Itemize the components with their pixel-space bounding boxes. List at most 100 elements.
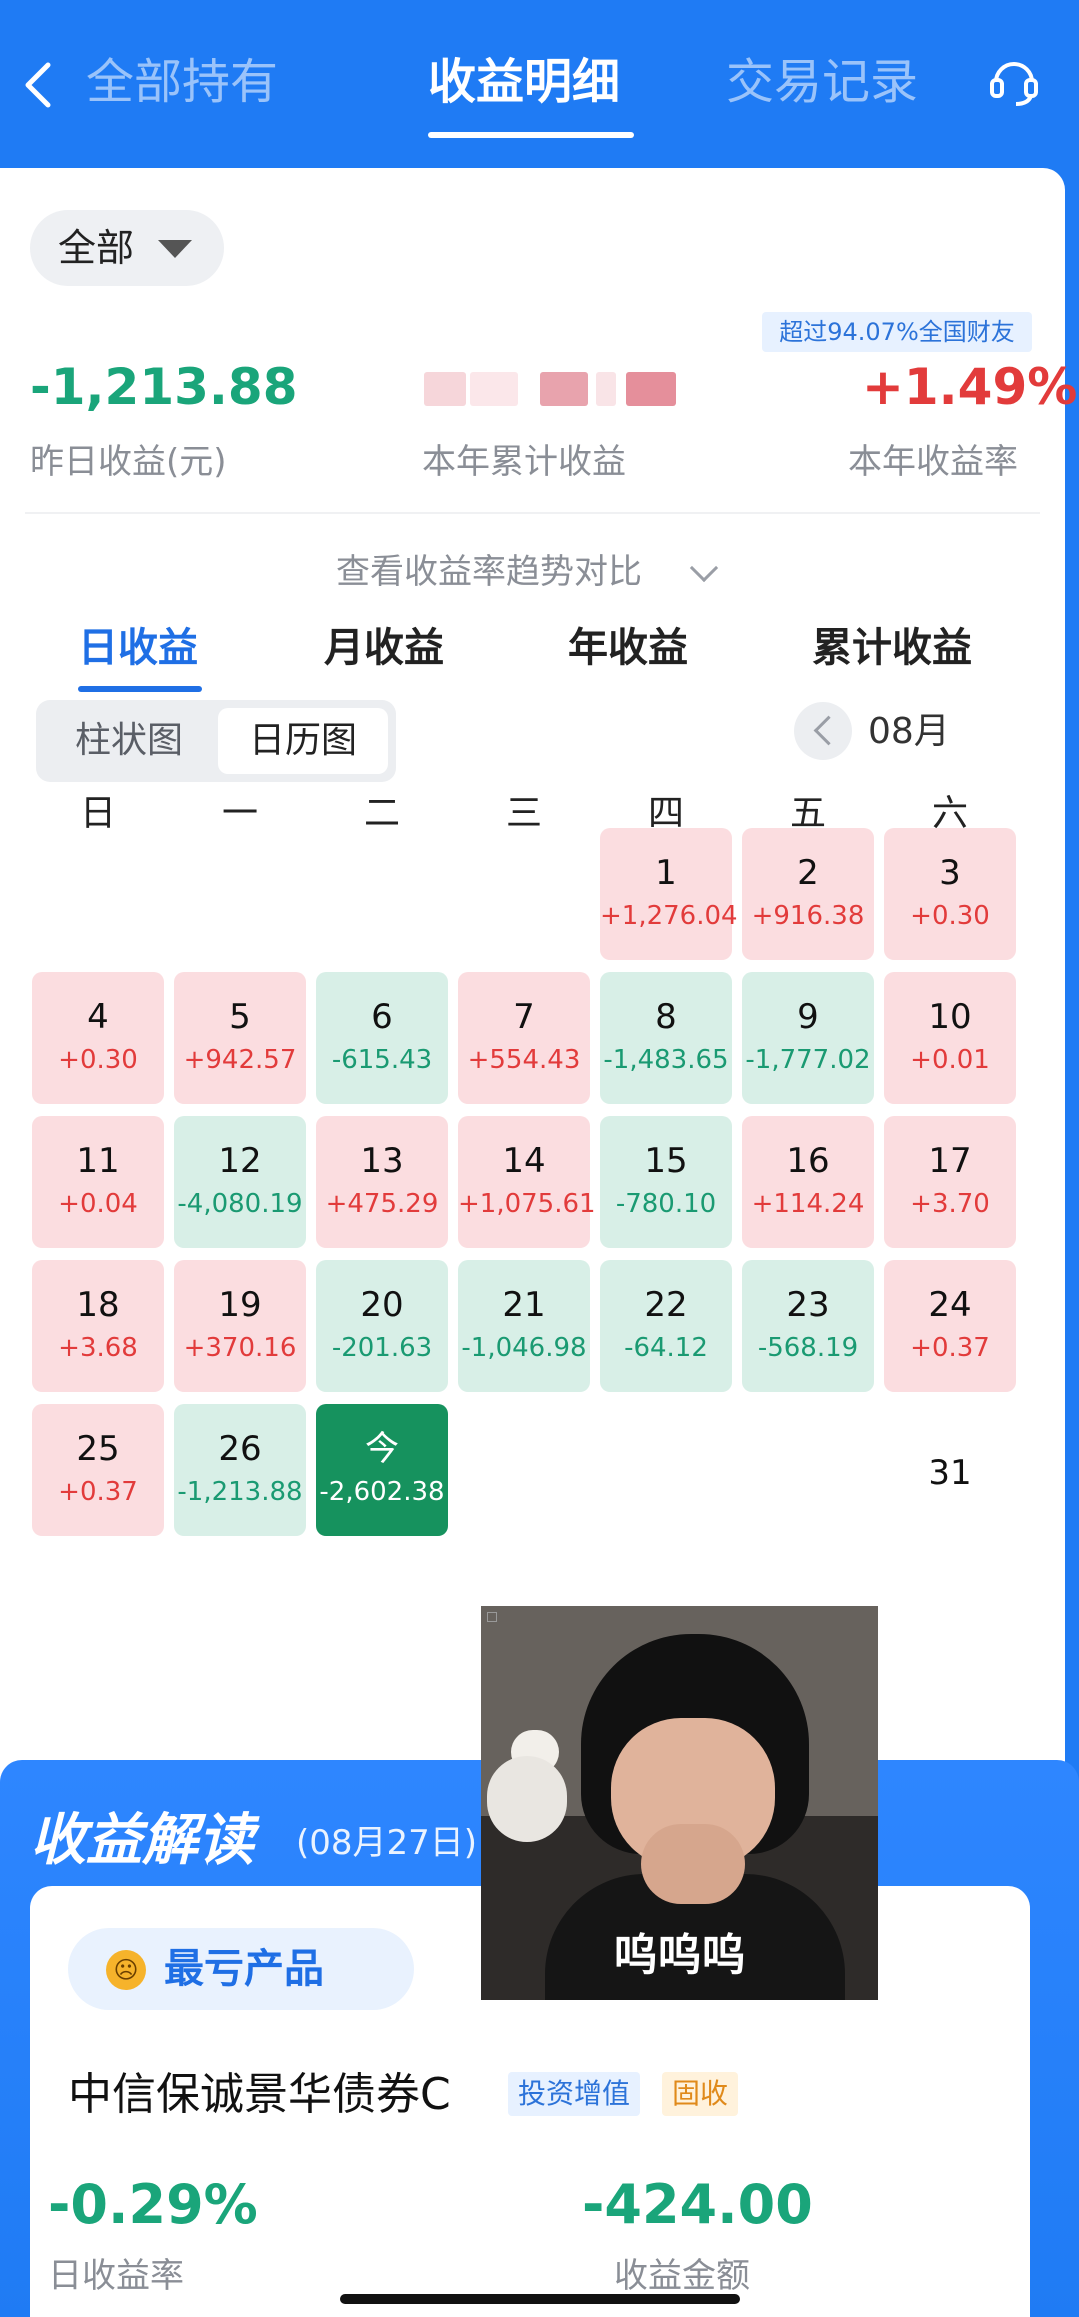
calendar-day[interactable]: 21 -1,046.98 <box>458 1260 590 1392</box>
calendar-day[interactable]: 6 -615.43 <box>316 972 448 1104</box>
customer-service-button[interactable] <box>984 50 1044 110</box>
day-earnings-value: +0.01 <box>910 1045 990 1075</box>
earnings-card: 全部 超过94.07%全国财友 -1,213.88 昨日收益(元) 本年累计收益… <box>0 168 1077 1788</box>
day-number: 9 <box>797 997 819 1037</box>
ytd-return-rate-label: 本年收益率 <box>848 442 1018 482</box>
chevron-down-icon <box>689 553 719 583</box>
day-number: 8 <box>655 997 677 1037</box>
calendar-day[interactable]: 14 +1,075.61 <box>458 1116 596 1248</box>
month-label: 08月 <box>868 711 950 752</box>
day-number: 24 <box>928 1285 972 1325</box>
calendar-day[interactable]: 8 -1,483.65 <box>600 972 732 1104</box>
day-number: 16 <box>786 1141 830 1181</box>
day-number: 15 <box>644 1141 688 1181</box>
tab-monthly-earnings[interactable]: 月收益 <box>324 620 444 676</box>
crying-face-icon: ☹ <box>106 1950 146 1990</box>
meme-caption: 呜呜呜 <box>613 1930 746 1981</box>
calendar-day[interactable]: 22 -64.12 <box>600 1260 732 1392</box>
day-number: 7 <box>513 997 535 1037</box>
calendar-day[interactable]: 20 -201.63 <box>316 1260 448 1392</box>
trend-comparison-label: 查看收益率趋势对比 <box>336 552 642 592</box>
day-number: 10 <box>928 997 972 1037</box>
day-earnings-value: -1,777.02 <box>745 1045 871 1075</box>
day-earnings-value: +1,276.04 <box>600 901 738 931</box>
chevron-left-icon <box>25 62 51 108</box>
day-earnings-value: -2,602.38 <box>319 1477 445 1507</box>
day-number: 13 <box>360 1141 404 1181</box>
weekday-label: 二 <box>363 793 400 834</box>
back-button[interactable] <box>18 55 58 115</box>
calendar-day[interactable]: 1 +1,276.04 <box>600 828 738 960</box>
calendar-day[interactable]: 16 +114.24 <box>742 1116 874 1248</box>
chart-view-toggle: 柱状图 日历图 <box>36 700 396 782</box>
calendar-day[interactable]: 3 +0.30 <box>884 828 1016 960</box>
worst-product-pill: ☹ 最亏产品 <box>68 1928 414 2010</box>
calendar-day-today[interactable]: 今 -2,602.38 <box>316 1404 448 1536</box>
day-earnings-value: +0.37 <box>910 1333 990 1363</box>
account-filter-dropdown[interactable]: 全部 <box>30 210 224 286</box>
day-number: 26 <box>218 1429 262 1469</box>
bar-chart-view-button[interactable]: 柱状图 <box>44 708 214 774</box>
day-number: 18 <box>76 1285 120 1325</box>
day-earnings-value: +0.30 <box>910 901 990 931</box>
day-earnings-value: +0.37 <box>58 1477 138 1507</box>
day-number: 今 <box>365 1429 399 1469</box>
tab-transaction-records[interactable]: 交易记录 <box>726 52 918 112</box>
calendar-day[interactable]: 13 +475.29 <box>316 1116 448 1248</box>
day-earnings-value: +1,075.61 <box>458 1189 596 1219</box>
calendar-day[interactable]: 31 <box>884 1404 1016 1536</box>
calendar-day[interactable]: 4 +0.30 <box>32 972 164 1104</box>
day-earnings-value: -568.19 <box>757 1333 859 1363</box>
day-number: 5 <box>229 997 251 1037</box>
calendar-day[interactable]: 24 +0.37 <box>884 1260 1016 1392</box>
weekday-label: 日 <box>79 793 116 834</box>
calendar-day[interactable]: 5 +942.57 <box>174 972 306 1104</box>
calendar-day[interactable]: 7 +554.43 <box>458 972 590 1104</box>
tab-all-holdings[interactable]: 全部持有 <box>86 52 278 112</box>
day-earnings-value: -4,080.19 <box>177 1189 303 1219</box>
earnings-amount-value: -424.00 <box>582 2173 813 2236</box>
day-earnings-value: +0.04 <box>58 1189 138 1219</box>
caret-down-icon <box>158 240 192 258</box>
day-earnings-value: +3.68 <box>58 1333 138 1363</box>
day-earnings-value: -780.10 <box>615 1189 717 1219</box>
fund-tag-fixed-income: 固收 <box>662 2072 739 2116</box>
calendar-day[interactable]: 12 -4,080.19 <box>174 1116 306 1248</box>
divider <box>25 512 1040 514</box>
day-earnings-value: -1,213.88 <box>177 1477 303 1507</box>
headset-icon <box>990 62 1038 106</box>
fund-tag-investment: 投资增值 <box>508 2072 641 2116</box>
tab-earnings-detail[interactable]: 收益明细 <box>428 52 620 112</box>
day-earnings-value: -1,046.98 <box>461 1333 587 1363</box>
calendar-day[interactable]: 26 -1,213.88 <box>174 1404 306 1536</box>
calendar-day[interactable]: 11 +0.04 <box>32 1116 164 1248</box>
day-earnings-value: -64.12 <box>624 1333 708 1363</box>
day-earnings-value: +475.29 <box>325 1189 439 1219</box>
filter-label: 全部 <box>58 226 135 270</box>
calendar-day[interactable]: 18 +3.68 <box>32 1260 164 1392</box>
earnings-amount-label: 收益金额 <box>614 2256 750 2296</box>
calendar-day[interactable]: 19 +370.16 <box>174 1260 306 1392</box>
ytd-earnings-label: 本年累计收益 <box>422 442 626 482</box>
tab-yearly-earnings[interactable]: 年收益 <box>568 620 688 676</box>
day-number: 23 <box>786 1285 830 1325</box>
calendar-day[interactable]: 10 +0.01 <box>884 972 1016 1104</box>
calendar-view-button[interactable]: 日历图 <box>218 708 388 774</box>
daily-return-rate-value: -0.29% <box>48 2173 258 2236</box>
active-tab-indicator <box>428 132 634 138</box>
tab-cumulative-earnings[interactable]: 累计收益 <box>812 620 972 676</box>
calendar-day[interactable]: 25 +0.37 <box>32 1404 164 1536</box>
calendar-day[interactable]: 9 -1,777.02 <box>742 972 874 1104</box>
weekday-label: 三 <box>505 793 542 834</box>
calendar-day[interactable]: 23 -568.19 <box>742 1260 874 1392</box>
calendar-day[interactable]: 2 +916.38 <box>742 828 874 960</box>
day-earnings-value: +3.70 <box>910 1189 990 1219</box>
tab-daily-earnings[interactable]: 日收益 <box>78 620 198 676</box>
previous-month-button[interactable] <box>794 702 852 760</box>
calendar-day[interactable]: 15 -780.10 <box>600 1116 732 1248</box>
day-earnings-value: +554.43 <box>467 1045 581 1075</box>
worst-product-label: 最亏产品 <box>164 1946 324 1992</box>
top-nav-bar: 全部持有 收益明细 交易记录 <box>0 0 1079 170</box>
day-number: 12 <box>218 1141 262 1181</box>
calendar-day[interactable]: 17 +3.70 <box>884 1116 1016 1248</box>
